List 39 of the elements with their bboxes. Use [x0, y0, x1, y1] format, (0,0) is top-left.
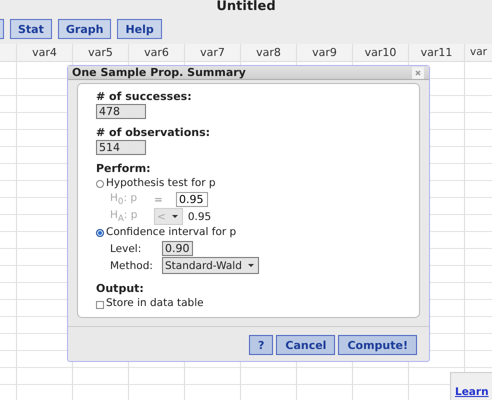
input-field[interactable]: 0.90: [162, 241, 193, 256]
column-header: var4: [17, 44, 73, 61]
column-header: var7: [185, 44, 241, 61]
menu-button[interactable]: Help: [117, 19, 162, 39]
menu-button[interactable]: Stat: [10, 19, 52, 39]
radio-button[interactable]: [96, 228, 104, 236]
caret-icon: [248, 264, 254, 267]
learn-link[interactable]: Learn: [450, 372, 492, 400]
column-header: var10: [353, 44, 409, 61]
value-text: 0.95: [188, 210, 212, 222]
column-header: var8: [241, 44, 297, 61]
checkbox-label[interactable]: Store in data table: [106, 296, 204, 311]
dialog-button[interactable]: ?: [248, 335, 274, 355]
menu-button[interactable]: Graph: [58, 19, 112, 39]
column-header: var9: [297, 44, 353, 61]
column-header: var5: [73, 44, 129, 61]
dialog-button[interactable]: Cancel: [276, 335, 336, 355]
column-header: var6: [129, 44, 185, 61]
input-field[interactable]: 514: [96, 140, 146, 155]
section-label: Perform:: [96, 162, 152, 176]
parameter-label: H$_{0}$: p: [110, 192, 138, 208]
section-label: Output:: [96, 282, 145, 296]
parameter-label: Method:: [110, 260, 154, 272]
parameter-label: Level:: [110, 242, 142, 254]
operator: =: [154, 194, 164, 206]
checkbox[interactable]: [96, 301, 104, 309]
caret-icon: [172, 215, 178, 218]
option-label[interactable]: Confidence interval for p: [106, 225, 236, 240]
close-icon[interactable]: [412, 66, 424, 78]
parameter-label: H$_{A}$: p: [110, 208, 138, 224]
dialog-title: One Sample Prop. Summary: [72, 66, 246, 79]
field-label: # of successes:: [96, 90, 193, 104]
input-field[interactable]: 478: [96, 104, 146, 119]
column-header: var: [469, 45, 488, 60]
column-header: var11: [409, 44, 465, 61]
field-label: # of observations:: [96, 126, 212, 140]
app-title: Untitled: [216, 0, 276, 14]
dialog-button[interactable]: Compute!: [338, 335, 417, 355]
method-dropdown[interactable]: Standard-Wald: [162, 257, 259, 274]
